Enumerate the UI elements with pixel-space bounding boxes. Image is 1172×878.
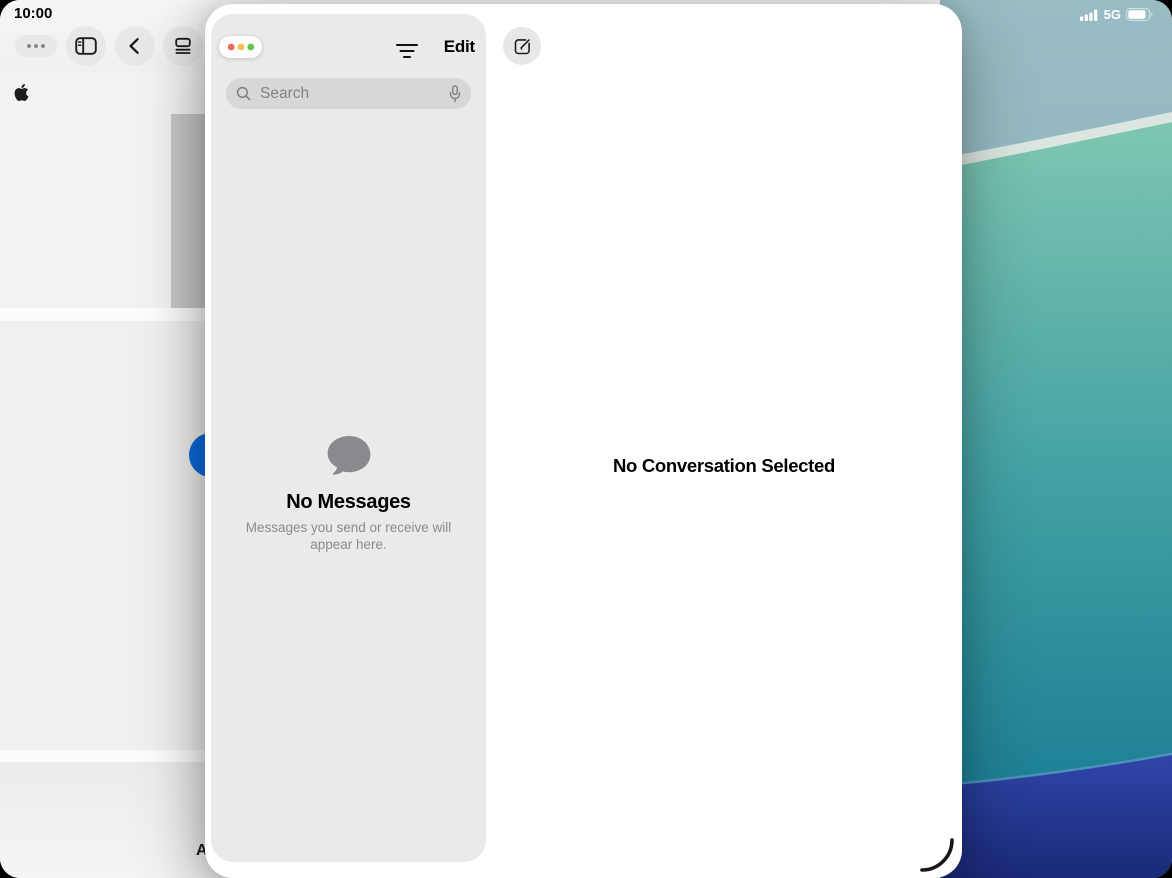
compose-icon [512, 36, 533, 57]
search-input[interactable] [258, 84, 448, 104]
empty-state-title: No Messages [211, 491, 486, 514]
zoom-dot-icon [247, 44, 254, 51]
resize-corner-handle[interactable] [918, 836, 956, 874]
status-cluster: 5G [1080, 7, 1154, 22]
filter-button[interactable] [395, 42, 419, 62]
chat-bubble-icon [326, 463, 372, 480]
chevron-back-icon [125, 36, 145, 56]
empty-state: No Messages Messages you send or receive… [211, 434, 486, 554]
empty-state-subtitle: Messages you send or receive will appear… [242, 519, 456, 554]
back-button[interactable] [115, 26, 155, 66]
minimize-dot-icon [237, 44, 244, 51]
resize-corner-icon [922, 840, 952, 870]
network-label: 5G [1104, 7, 1121, 22]
cellular-signal-icon [1080, 9, 1099, 21]
no-conversation-placeholder: No Conversation Selected [486, 455, 962, 477]
ipad-screen: A Edit [0, 0, 1172, 878]
reader-page-icon [173, 36, 193, 56]
messages-window: Edit [205, 4, 962, 878]
compose-button[interactable] [503, 27, 541, 65]
edit-button[interactable]: Edit [444, 37, 475, 57]
window-more-button[interactable] [15, 35, 57, 57]
sidebar-toggle-button[interactable] [66, 26, 106, 66]
wallpaper-art [930, 0, 1172, 878]
wallpaper [930, 0, 1172, 878]
apple-logo-icon [13, 83, 30, 107]
window-controls[interactable] [219, 36, 262, 58]
messages-sidebar: Edit [211, 14, 486, 862]
filter-lines-icon [395, 42, 419, 60]
search-icon [236, 86, 252, 102]
status-time: 10:00 [14, 5, 52, 22]
pages-button[interactable] [163, 26, 203, 66]
microphone-button[interactable] [448, 85, 462, 103]
window-controls-icon [227, 43, 255, 51]
ellipsis-icon [26, 43, 46, 49]
search-bar[interactable] [226, 78, 471, 109]
battery-icon [1126, 8, 1154, 21]
sidebar-toggle-icon [75, 37, 97, 55]
microphone-icon [448, 85, 462, 103]
close-dot-icon [227, 44, 234, 51]
